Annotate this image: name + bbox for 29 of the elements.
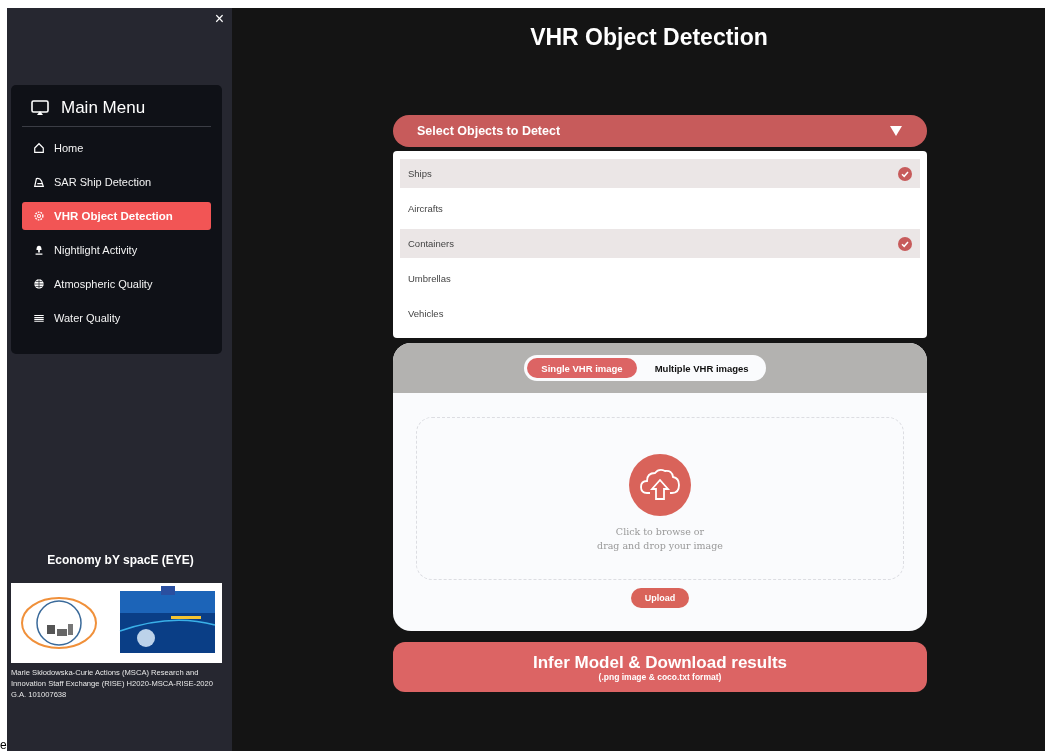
monitor-icon: [31, 100, 49, 116]
lines-icon: [33, 312, 45, 324]
stray-text: e: [0, 739, 7, 751]
menu-item[interactable]: Water Quality: [22, 304, 211, 332]
upload-hint: Click to browse or drag and drop your image: [597, 524, 723, 553]
project-title: Economy bY spacE (EYE): [46, 553, 195, 567]
select-dropdown[interactable]: Select Objects to Detect: [393, 115, 927, 147]
option-item[interactable]: Umbrellas: [400, 264, 920, 293]
tab[interactable]: Multiple VHR images: [640, 358, 763, 378]
cloud-upload-icon: [628, 452, 692, 517]
menu-item[interactable]: Nightlight Activity: [22, 236, 211, 264]
home-icon: [33, 142, 45, 154]
option-item[interactable]: Vehicles: [400, 299, 920, 328]
page-title: VHR Object Detection: [529, 23, 769, 51]
check-icon: [898, 166, 912, 181]
menu-item[interactable]: Atmospheric Quality: [22, 270, 211, 298]
gear-icon: [33, 210, 45, 222]
menu-title: Main Menu: [61, 98, 146, 118]
lamp-icon: [33, 244, 45, 256]
check-icon: [898, 236, 912, 251]
ship-icon: [33, 176, 45, 188]
menu-item[interactable]: Home: [22, 134, 211, 162]
option-item[interactable]: Aircrafts: [400, 194, 920, 223]
close-button[interactable]: ×: [213, 8, 225, 30]
menu-item[interactable]: SAR Ship Detection: [22, 168, 211, 196]
option-item[interactable]: Containers: [400, 229, 920, 258]
upload-button[interactable]: Upload: [630, 588, 690, 608]
option-item[interactable]: Ships: [400, 159, 920, 188]
globe-icon: [33, 278, 45, 290]
